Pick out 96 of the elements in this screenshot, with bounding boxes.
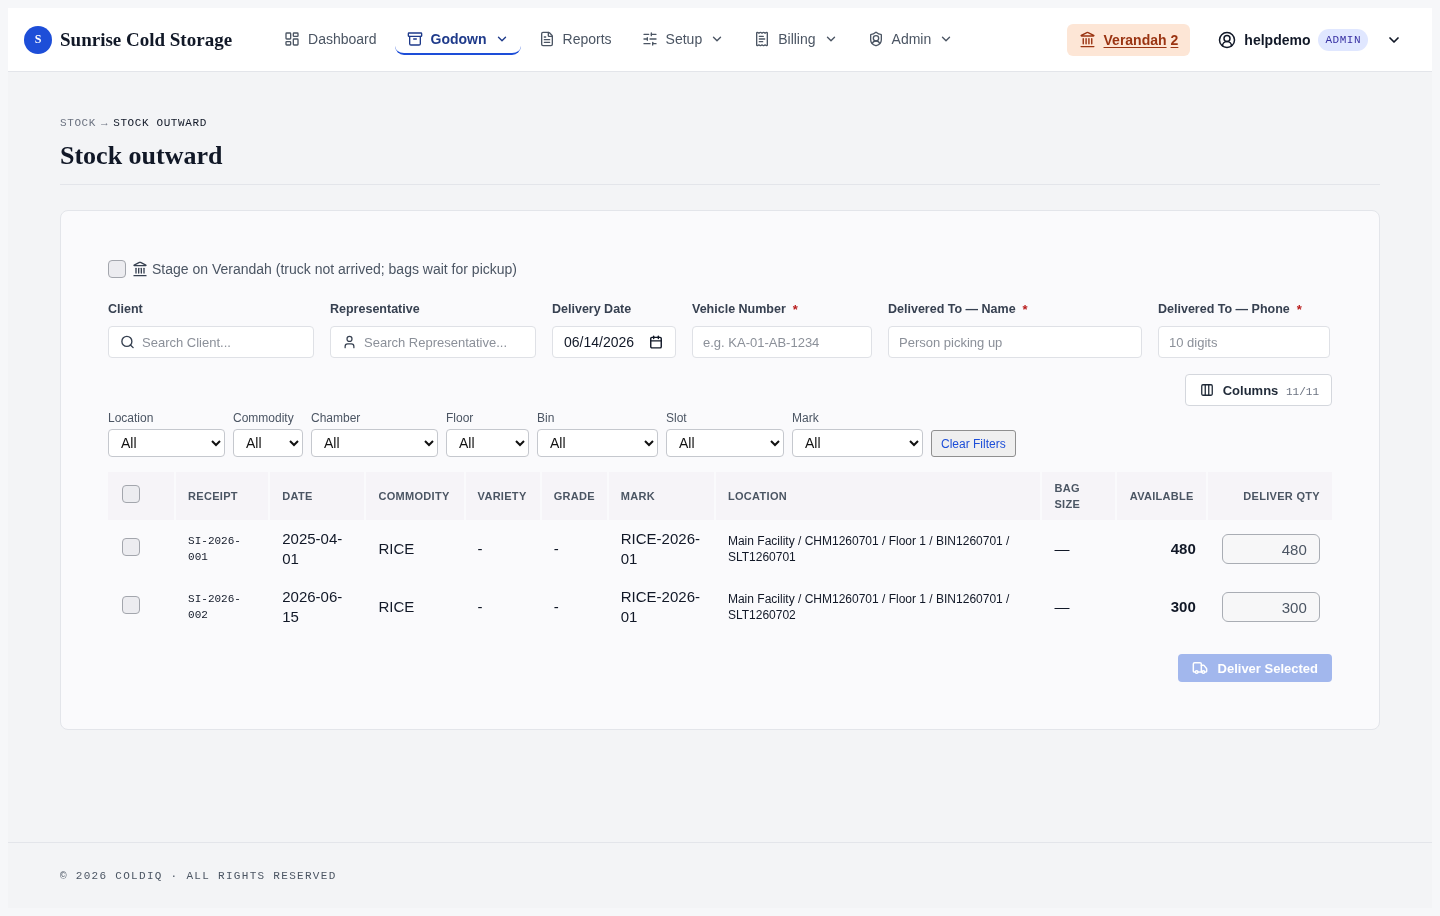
filter-label: Commodity — [233, 411, 295, 425]
table-cell-text: — — [1053, 539, 1071, 559]
filter-select[interactable]: All — [666, 429, 784, 457]
page-title: Stock outward — [60, 140, 224, 172]
text-input[interactable]: Person picking up — [888, 326, 1142, 358]
table-cell-text: - — [552, 539, 560, 559]
table-cell-text: 480 — [1169, 539, 1197, 559]
table-cell-text: Main Facility / CHM1260701 / Floor 1 / BIN1260701 / SLT1260702 — [726, 591, 1011, 624]
role-badge: ADMIN — [1318, 28, 1368, 51]
field-label: Delivery Date — [552, 302, 632, 316]
pillared-building-icon — [132, 261, 148, 277]
column-header: LOCATION — [715, 472, 1043, 520]
table-cell-text: SI-2026-002 — [187, 592, 242, 623]
receipt-icon — [754, 30, 771, 47]
logo-badge: S — [24, 25, 52, 54]
table-cell-text: - — [476, 597, 484, 617]
nav-tab[interactable]: Setup — [629, 24, 737, 55]
select-all-checkbox[interactable] — [122, 485, 140, 503]
field-label: Vehicle Number — [692, 302, 786, 316]
column-header: COMMODITY — [366, 472, 466, 520]
user-name: helpdemo — [1244, 31, 1311, 48]
client-search-input[interactable]: Search Client... — [108, 326, 314, 358]
table-cell-text: RICE-2026-01 — [619, 529, 701, 569]
column-header: MARK — [608, 472, 716, 520]
person-icon — [342, 334, 357, 350]
user-avatar-icon — [1218, 30, 1237, 49]
text-input[interactable]: e.g. KA-01-AB-1234 — [692, 326, 872, 358]
dashboard-icon — [284, 30, 301, 47]
filter-label: Mark — [792, 411, 820, 425]
field-label: Client — [108, 302, 143, 316]
document-icon — [538, 30, 555, 47]
clear-filters-button[interactable]: Clear Filters — [931, 430, 1016, 457]
nav-tab[interactable]: Dashboard — [272, 24, 389, 55]
filter-select[interactable]: All — [108, 429, 225, 457]
archive-box-icon — [406, 30, 423, 47]
sliders-icon — [641, 30, 658, 47]
breadcrumb-separator: → — [101, 116, 109, 130]
table-cell-text: RICE — [377, 539, 416, 559]
table-cell-text: - — [552, 597, 560, 617]
row-checkbox[interactable] — [122, 596, 140, 614]
text-input[interactable]: 10 digits — [1158, 326, 1330, 358]
column-header: GRADE — [541, 472, 609, 520]
required-mark: * — [1296, 301, 1302, 317]
table-cell-text: 2026-06-15 — [281, 587, 344, 627]
column-header: VARIETY — [465, 472, 542, 520]
table-cell-text: 2025-04-01 — [281, 529, 344, 569]
column-header: DELIVER QTY — [1207, 472, 1332, 520]
breadcrumb-current: STOCK OUTWARD — [113, 116, 207, 130]
column-header: AVAILABLE — [1116, 472, 1208, 520]
required-mark: * — [792, 301, 798, 317]
column-header: DATE — [270, 472, 367, 520]
stage-checkbox[interactable] — [108, 260, 126, 278]
filter-label: Chamber — [311, 411, 362, 425]
quantity-input[interactable]: 300 — [1221, 592, 1320, 622]
filter-select[interactable]: All — [537, 429, 658, 457]
shield-user-icon — [867, 30, 884, 47]
filter-label: Location — [108, 411, 155, 425]
required-mark: * — [1022, 301, 1028, 317]
truck-icon — [1191, 660, 1208, 676]
filter-select[interactable]: All — [446, 429, 529, 457]
table-cell-text: RICE-2026-01 — [619, 587, 701, 627]
table-cell-text: 300 — [1169, 597, 1197, 617]
filter-label: Floor — [446, 411, 475, 425]
column-header: BAG SIZE — [1042, 472, 1117, 520]
field-label: Representative — [330, 302, 420, 316]
columns-icon — [1199, 383, 1214, 397]
table-cell-text: RICE — [377, 597, 416, 617]
field-label: Delivered To — Name — [888, 302, 1016, 316]
nav-tab[interactable]: Billing — [742, 24, 850, 55]
filter-select[interactable]: All — [792, 429, 923, 457]
table-cell-text: Main Facility / CHM1260701 / Floor 1 / BIN1260701 / SLT1260701 — [726, 533, 1011, 566]
table-cell-text: SI-2026-001 — [187, 534, 242, 565]
footer-text: © 2026 COLDIQ · ALL RIGHTS RESERVED — [60, 869, 337, 882]
breadcrumb-link[interactable]: STOCK — [60, 116, 96, 130]
columns-button[interactable]: Columns 11/11 — [1184, 374, 1332, 406]
verandah-link[interactable]: Verandah 2 — [1066, 23, 1191, 56]
pillared-building-icon — [1078, 31, 1096, 48]
column-header: RECEIPT — [176, 472, 271, 520]
date-input[interactable]: 06/14/2026 — [552, 326, 676, 358]
nav-tab[interactable]: Godown — [394, 24, 521, 55]
representative-search-input[interactable]: Search Representative... — [330, 326, 536, 358]
nav-tab[interactable]: Reports — [526, 24, 624, 55]
stage-option-label: Stage on Verandah (truck not arrived; bags wait for pickup) — [152, 261, 517, 277]
filter-label: Slot — [666, 411, 688, 425]
filter-label: Bin — [537, 411, 556, 425]
search-icon — [120, 334, 135, 350]
calendar-icon[interactable] — [649, 335, 663, 349]
row-checkbox[interactable] — [122, 538, 140, 556]
quantity-input[interactable]: 480 — [1221, 534, 1320, 564]
table-cell-text: — — [1053, 597, 1071, 617]
field-label: Delivered To — Phone — [1158, 302, 1290, 316]
filter-select[interactable]: All — [311, 429, 438, 457]
brand-name: Sunrise Cold Storage — [60, 28, 233, 51]
filter-select[interactable]: All — [233, 429, 303, 457]
table-cell-text: - — [476, 539, 484, 559]
nav-tab[interactable]: Admin — [855, 24, 966, 55]
